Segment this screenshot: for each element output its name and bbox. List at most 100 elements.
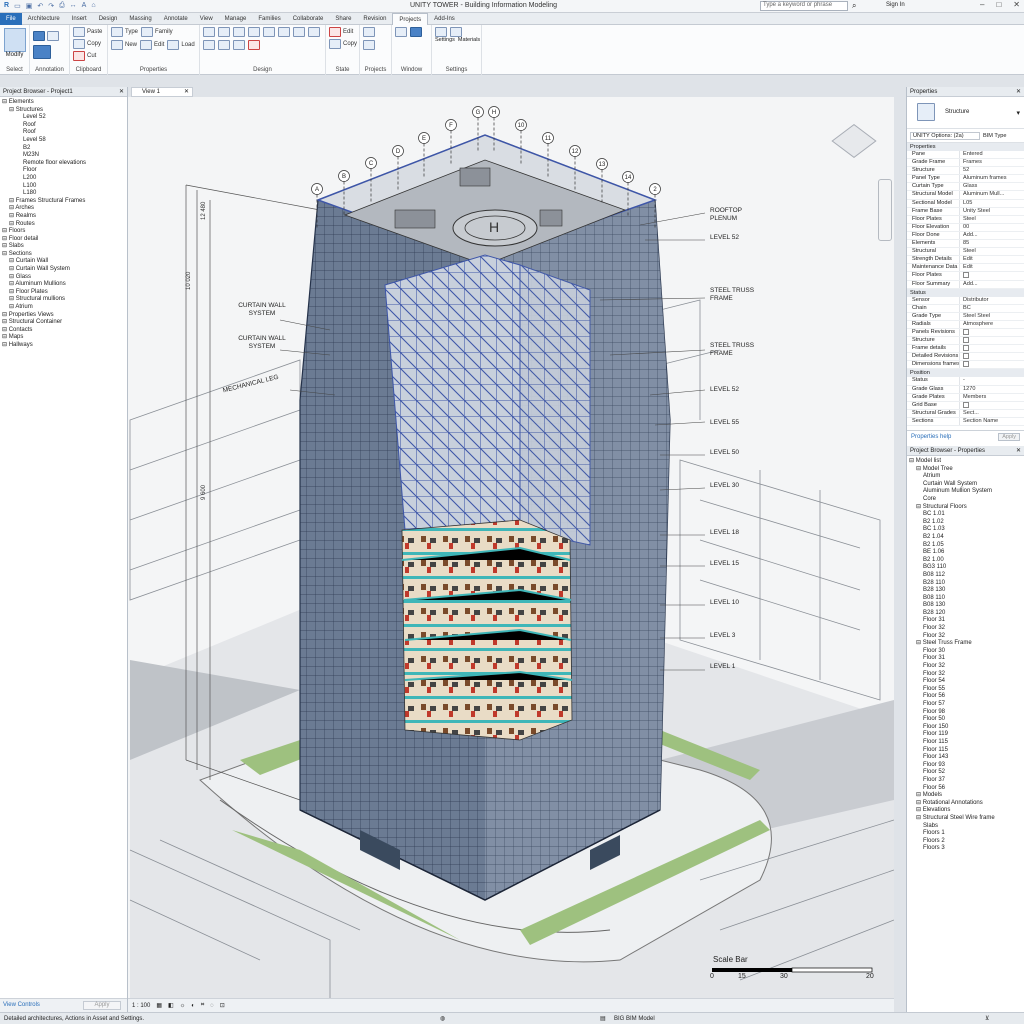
expand-icon[interactable]: ⊟ [9,296,16,302]
expand-icon[interactable]: ⊟ [9,289,16,295]
tree-item[interactable]: ⊟ Curtain Wall System [2,266,127,274]
tree-item[interactable]: B2 1.04 [909,534,1024,542]
tree-item[interactable]: L100 [2,183,127,191]
property-value[interactable]: Atmosphere [959,320,1024,328]
open-icon[interactable]: ▭ [14,2,21,10]
tree-item[interactable]: ⊟ Floor detail [2,236,127,244]
tree-item[interactable]: Roof [2,129,127,137]
expand-icon[interactable]: ⊟ [916,800,923,806]
tree-item[interactable]: ⊟ Model Tree [909,466,1024,474]
tree-item[interactable]: Floor 57 [909,701,1024,709]
tree-item[interactable]: ⊟ Steel Truss Frame [909,640,1024,648]
tree-item[interactable]: Curtain Wall System [909,481,1024,489]
edit-type-button[interactable]: BIM Type [983,133,1007,139]
tree-item[interactable]: ⊟ Models [909,792,1024,800]
expand-icon[interactable]: ⊟ [2,228,9,234]
property-value[interactable] [959,353,1024,361]
tree-item[interactable]: ⊟ Properties Views [2,312,127,320]
dimension-icon[interactable] [33,45,51,59]
chevron-down-icon[interactable]: ▾ [1016,109,1020,117]
type-button[interactable]: Type [111,27,138,37]
property-value[interactable]: - [959,377,1024,385]
close-icon[interactable]: ✕ [119,87,124,97]
tree-item[interactable]: BG3 110 [909,564,1024,572]
property-value[interactable]: Members [959,393,1024,401]
tile-icon[interactable] [410,27,422,37]
lock-icon[interactable]: ⊡ [220,1002,225,1009]
expand-icon[interactable]: ⊟ [916,640,923,646]
checkbox[interactable] [963,272,969,279]
property-value[interactable] [959,361,1024,369]
offset-icon[interactable] [218,27,230,37]
cut-button[interactable]: Cut [73,51,104,61]
expand-icon[interactable]: ⊟ [2,342,9,348]
tree-item[interactable]: ⊟ Realms [2,213,127,221]
tab-view[interactable]: View [194,13,219,25]
tree-item[interactable]: Floor 98 [909,709,1024,717]
property-value[interactable]: 1270 [959,385,1024,393]
tree-item[interactable]: B2 1.00 [909,557,1024,565]
state-edit-button[interactable]: Edit [329,27,357,37]
expand-icon[interactable]: ⊟ [909,458,916,464]
tree-item[interactable]: Floor 32 [909,633,1024,641]
property-value[interactable] [959,337,1024,345]
view-controls-link[interactable]: View Controls [3,1002,40,1008]
property-value[interactable]: Section Name [959,417,1024,425]
expand-icon[interactable]: ⊟ [2,327,9,333]
properties-section-header[interactable]: Properties [907,143,1024,151]
tree-item[interactable]: B28 110 [909,580,1024,588]
delete-icon[interactable] [248,40,260,50]
tree-item[interactable]: Floor 115 [909,739,1024,747]
save-icon[interactable]: ▣ [26,2,33,10]
detail-level-icon[interactable]: ▦ [156,1002,162,1009]
tree-item[interactable]: Aluminum Mullion System [909,488,1024,496]
print-icon[interactable]: ⎙ [59,2,65,10]
expand-icon[interactable]: ⊟ [2,312,9,318]
expand-icon[interactable]: ⊟ [916,466,923,472]
link-icon[interactable] [363,40,375,50]
property-value[interactable]: Distributor [959,296,1024,304]
tag-icon[interactable] [47,31,59,41]
expand-icon[interactable]: ⊟ [2,334,9,340]
checkbox[interactable] [963,361,969,368]
tree-item[interactable]: Floor 32 [909,663,1024,671]
expand-icon[interactable]: ⊟ [2,243,9,249]
tree-item[interactable]: ⊟ Floors [2,228,127,236]
tree-item[interactable]: Floor 50 [909,716,1024,724]
tree-item[interactable]: B2 1.05 [909,542,1024,550]
tree-item[interactable]: ⊟ Hallways [2,342,127,350]
tree-item[interactable]: ⊟ Atrium [2,304,127,312]
tree-item[interactable]: BC 1.01 [909,511,1024,519]
scale-label[interactable]: 1 : 100 [132,1003,150,1009]
sign-in-link[interactable]: Sign In [886,2,905,8]
3d-view-canvas[interactable]: 10 020 12 480 9 600 H A B C D E F G H 10… [128,97,894,998]
modify-button[interactable] [3,28,26,52]
3d-view-icon[interactable]: ⌂ [91,2,95,10]
tree-item[interactable]: B2 [2,145,127,153]
tree-item[interactable]: Floor 30 [909,648,1024,656]
copy-element-icon[interactable] [263,27,275,37]
text-icon[interactable]: A [82,2,87,10]
expand-icon[interactable]: ⊟ [9,258,16,264]
property-value[interactable]: Edit [959,256,1024,264]
tree-item[interactable]: B08 110 [909,595,1024,603]
hide-icon[interactable]: ◌ [210,1003,214,1009]
tree-item[interactable]: Floor 56 [909,693,1024,701]
mirror-icon[interactable] [233,27,245,37]
checkbox[interactable] [963,328,969,335]
tree-item[interactable]: B28 130 [909,587,1024,595]
tree-item[interactable]: ⊟ Slabs [2,243,127,251]
tree-item[interactable]: ⊟ Structural mullions [2,296,127,304]
property-value[interactable]: Glass [959,183,1024,191]
expand-icon[interactable]: ⊟ [9,107,16,113]
expand-icon[interactable]: ⊟ [2,99,9,105]
checkbox[interactable] [963,337,969,344]
tab-architecture[interactable]: Architecture [22,13,66,25]
tree-item[interactable]: Floor 31 [909,655,1024,663]
expand-icon[interactable]: ⊟ [9,266,16,272]
tab-revision[interactable]: Revision [357,13,392,25]
view-tab[interactable]: View 1 ✕ [131,87,193,97]
expand-icon[interactable]: ⊟ [2,319,9,325]
checkbox[interactable] [963,345,969,352]
minimize-icon[interactable]: – [980,0,984,9]
